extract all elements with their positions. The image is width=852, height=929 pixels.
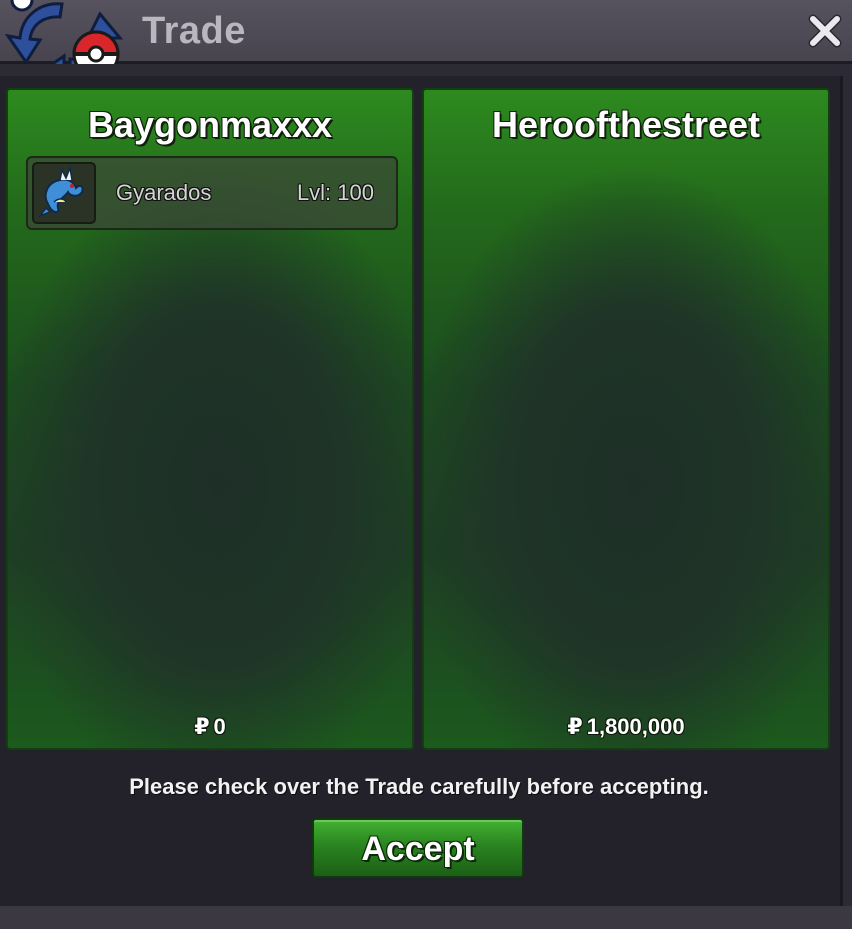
offer-item[interactable]: Gyarados Lvl: 100 bbox=[26, 156, 398, 230]
accept-button-label: Accept bbox=[361, 830, 475, 868]
trade-window: Trade Baygonmaxxx Gyarados Lvl: 100 ₽ 0 … bbox=[0, 0, 852, 929]
gyarados-icon bbox=[32, 162, 96, 224]
player-name: Heroofthestreet bbox=[491, 104, 761, 145]
item-pokemon-name: Gyarados bbox=[116, 180, 212, 205]
money-amount: 0 bbox=[213, 714, 226, 739]
offer-panel-partner: Heroofthestreet ₽1,800,000 bbox=[422, 88, 830, 750]
pokedollar-icon: ₽ bbox=[194, 714, 210, 739]
item-pokemon-level: Lvl: 100 bbox=[296, 180, 374, 205]
trade-notice: Please check over the Trade carefully be… bbox=[129, 774, 709, 799]
money-amount: 1,800,000 bbox=[586, 714, 685, 739]
pokedollar-icon: ₽ bbox=[567, 714, 583, 739]
accept-button[interactable]: Accept bbox=[312, 818, 524, 878]
window-bottom-edge bbox=[0, 906, 852, 929]
offer-money: ₽0 bbox=[8, 714, 412, 740]
offer-money: ₽1,800,000 bbox=[424, 714, 828, 740]
offer-panel-self: Baygonmaxxx Gyarados Lvl: 100 ₽0 bbox=[6, 88, 414, 750]
close-icon[interactable] bbox=[804, 10, 846, 52]
window-title: Trade bbox=[142, 10, 246, 52]
player-name: Baygonmaxxx bbox=[87, 104, 333, 145]
